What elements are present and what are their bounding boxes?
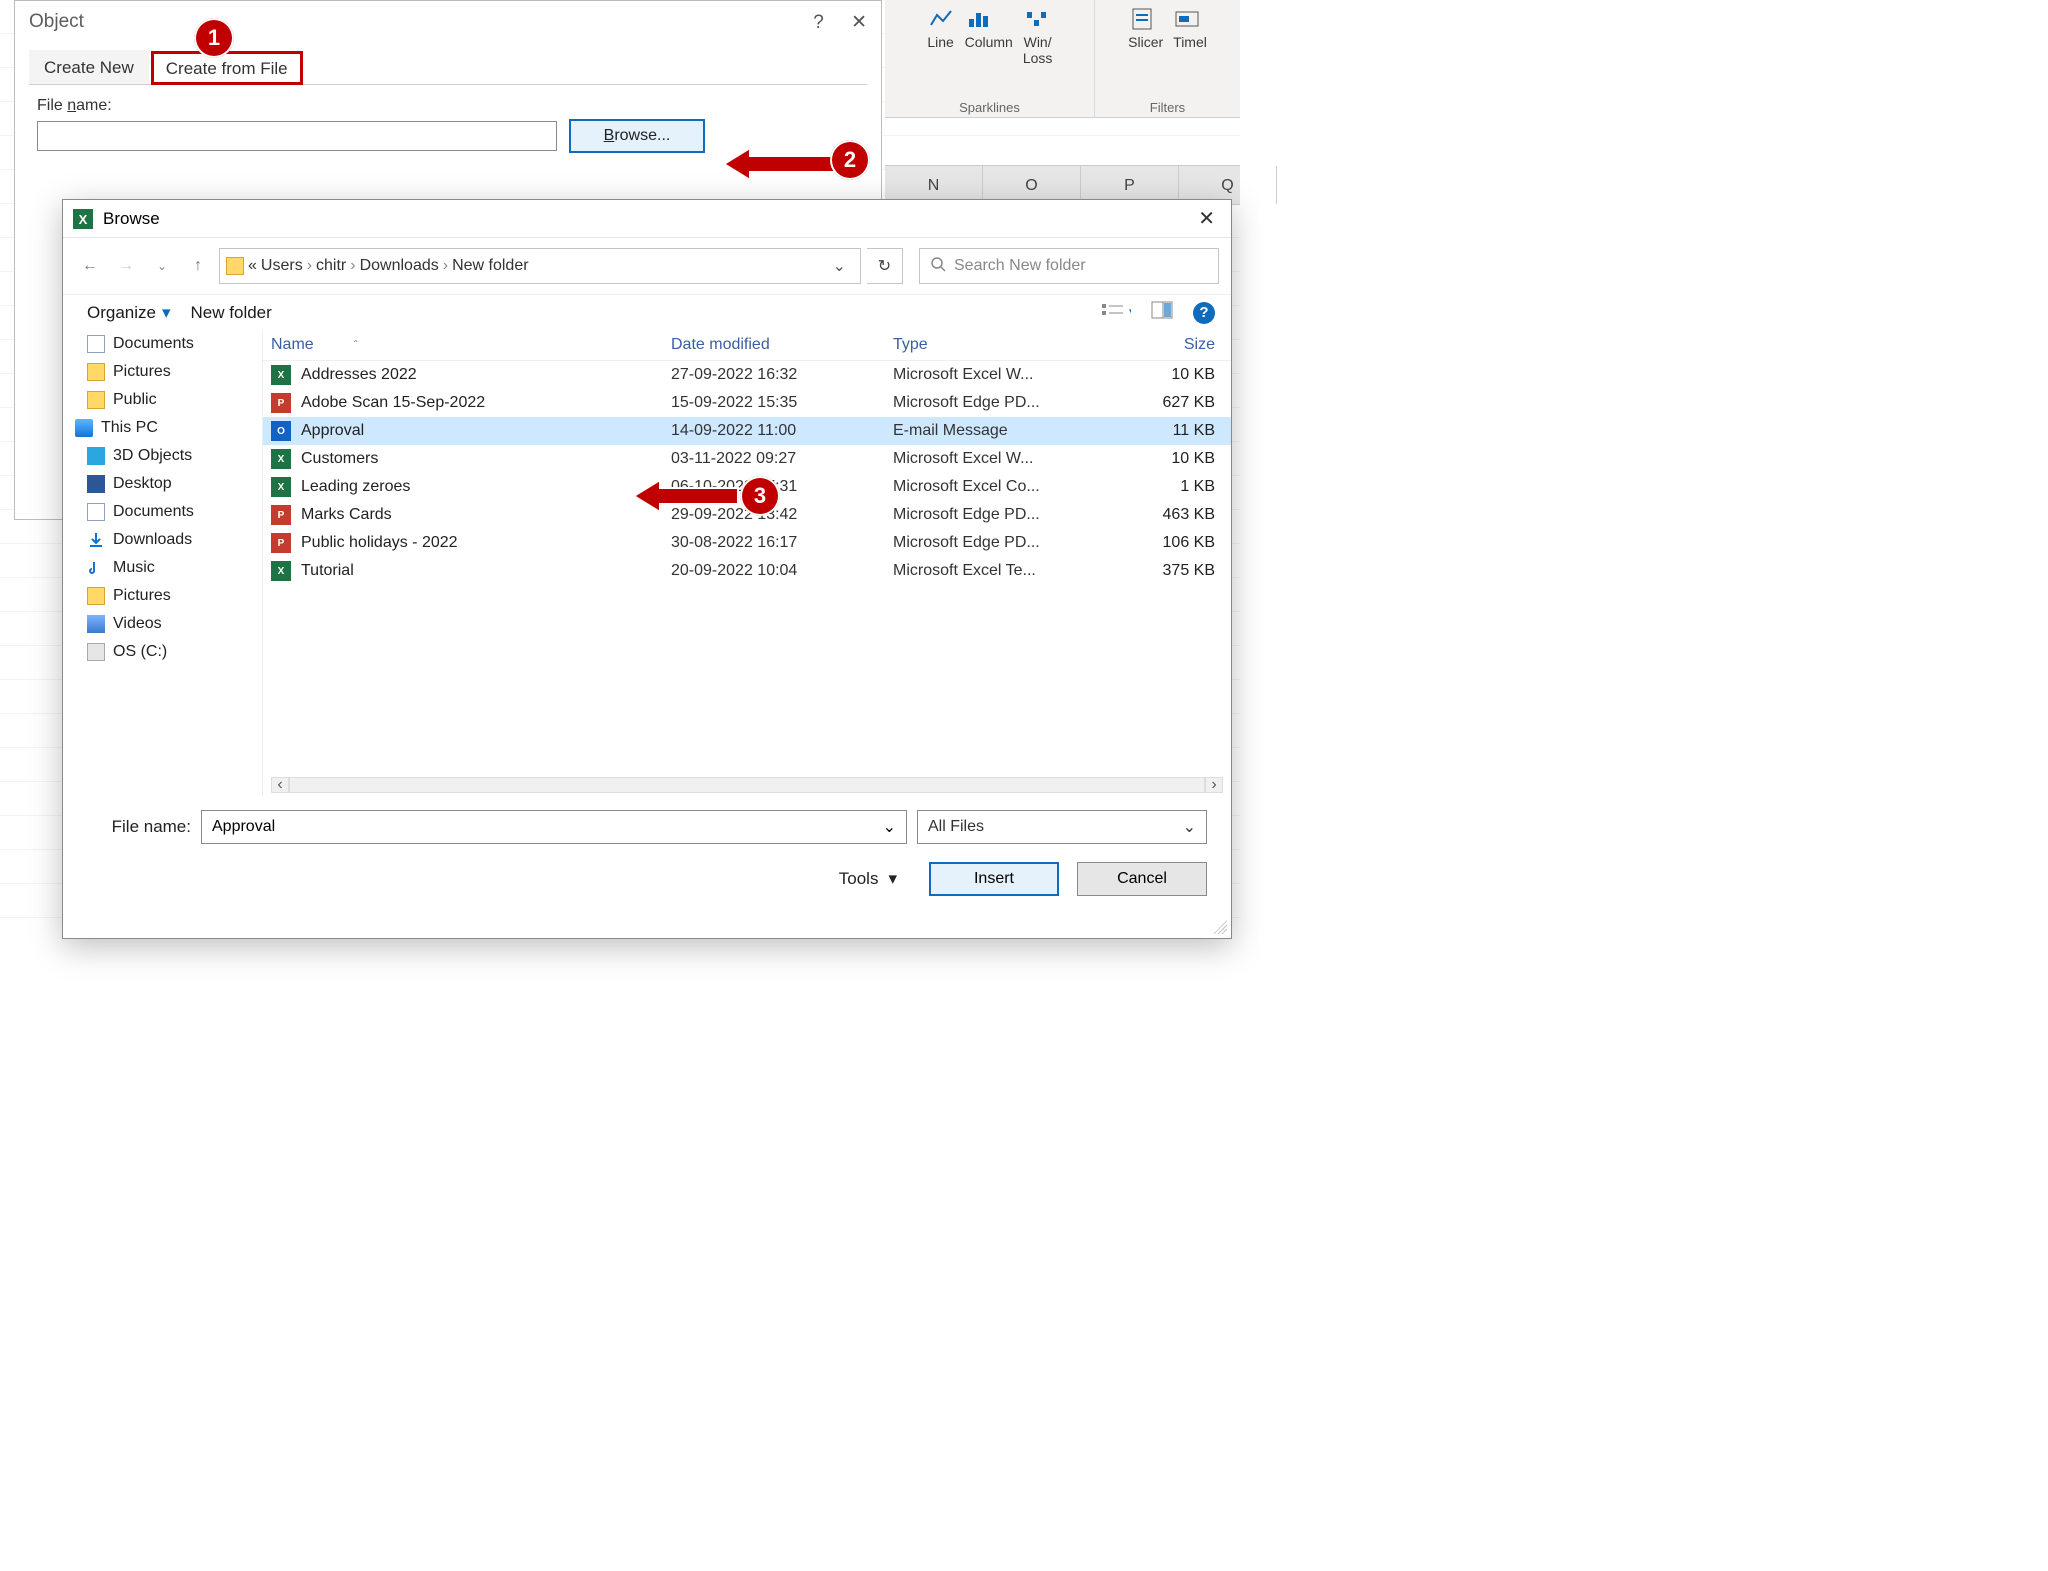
slicer-icon[interactable] <box>1128 6 1156 32</box>
chevron-right-icon: › <box>443 257 448 275</box>
annotation-badge-3: 3 <box>740 476 780 516</box>
file-name-input[interactable] <box>37 121 557 151</box>
new-folder-button[interactable]: New folder <box>191 303 272 323</box>
tree-item[interactable]: Downloads <box>63 526 262 554</box>
filters-group-label: Filters <box>1103 96 1232 115</box>
insert-button[interactable]: Insert <box>929 862 1059 896</box>
resize-grip-icon[interactable] <box>1213 920 1227 934</box>
tree-item[interactable]: Music <box>63 554 262 582</box>
excel-app-icon: X <box>73 209 93 229</box>
crumb-prefix: « <box>248 257 257 275</box>
file-type-icon: X <box>271 365 291 385</box>
sparkline-column-icon[interactable] <box>965 6 993 32</box>
file-name-label: File name: <box>37 97 859 115</box>
sparkline-line-icon[interactable] <box>927 6 955 32</box>
sparkline-line-label[interactable]: Line <box>927 34 955 50</box>
svg-text:X: X <box>79 212 88 227</box>
file-row[interactable]: XAddresses 202227-09-2022 16:32Microsoft… <box>263 361 1231 389</box>
col-date-header[interactable]: Date modified <box>671 336 893 354</box>
chevron-right-icon: › <box>350 257 355 275</box>
nav-up-icon[interactable]: ↑ <box>183 251 213 281</box>
svg-text:▾: ▾ <box>1129 306 1131 318</box>
dialog-help-icon[interactable]: ? <box>813 12 824 33</box>
sparkline-winloss-icon[interactable] <box>1023 6 1051 32</box>
file-type-icon: X <box>271 561 291 581</box>
crumb-dropdown-icon[interactable]: ⌄ <box>825 256 854 276</box>
file-row[interactable]: XCustomers03-11-2022 09:27Microsoft Exce… <box>263 445 1231 473</box>
cancel-button[interactable]: Cancel <box>1077 862 1207 896</box>
nav-recent-icon[interactable]: ⌄ <box>147 251 177 281</box>
crumb-item[interactable]: Downloads <box>360 257 439 275</box>
tools-menu[interactable]: Tools▾ <box>839 869 897 889</box>
annotation-badge-2: 2 <box>830 140 870 180</box>
type-dropdown-icon[interactable]: ⌄ <box>1183 817 1196 837</box>
tree-item[interactable]: Public <box>63 386 262 414</box>
file-type-icon: P <box>271 393 291 413</box>
col-name-header[interactable]: Nameˆ <box>271 336 671 354</box>
scroll-left-icon[interactable]: ‹ <box>271 777 289 793</box>
preview-pane-icon[interactable] <box>1151 301 1173 324</box>
tree-item[interactable]: Pictures <box>63 582 262 610</box>
search-icon <box>930 256 946 277</box>
chevron-right-icon: › <box>307 257 312 275</box>
tree-item[interactable]: Pictures <box>63 358 262 386</box>
object-dialog-title: Object <box>29 11 84 34</box>
browse-dialog: X Browse ✕ ← → ⌄ ↑ « Users › chitr › Dow… <box>62 199 1232 939</box>
breadcrumb[interactable]: « Users › chitr › Downloads › New folder… <box>219 248 861 284</box>
file-type-filter[interactable]: All Files ⌄ <box>917 810 1207 844</box>
browse-button[interactable]: Browse... <box>569 119 705 153</box>
horizontal-scrollbar[interactable]: ‹ › <box>271 776 1223 794</box>
view-dropdown-icon[interactable]: ▾ <box>1101 301 1131 324</box>
scroll-right-icon[interactable]: › <box>1205 777 1223 793</box>
organize-menu[interactable]: Organize▾ <box>87 303 171 323</box>
tab-create-new[interactable]: Create New <box>29 50 149 84</box>
refresh-icon[interactable]: ↻ <box>867 248 903 284</box>
browse-close-icon[interactable]: ✕ <box>1192 206 1221 231</box>
navigation-tree[interactable]: DocumentsPicturesPublicThis PC3D Objects… <box>63 330 263 796</box>
annotation-badge-1: 1 <box>194 18 234 58</box>
folder-icon <box>226 257 244 275</box>
crumb-item[interactable]: Users <box>261 257 303 275</box>
file-type-icon: P <box>271 533 291 553</box>
tree-item[interactable]: Documents <box>63 498 262 526</box>
browse-dialog-title: Browse <box>103 209 160 229</box>
tree-item[interactable]: Desktop <box>63 470 262 498</box>
nav-forward-icon[interactable]: → <box>111 251 141 281</box>
file-type-icon: X <box>271 477 291 497</box>
crumb-item[interactable]: New folder <box>452 257 528 275</box>
sparkline-winloss-label[interactable]: Win/ Loss <box>1023 34 1053 66</box>
timeline-icon[interactable] <box>1173 6 1201 32</box>
slicer-label[interactable]: Slicer <box>1128 34 1163 50</box>
file-row[interactable]: XTutorial20-09-2022 10:04Microsoft Excel… <box>263 557 1231 585</box>
tree-item[interactable]: Documents <box>63 330 262 358</box>
file-row[interactable]: PPublic holidays - 202230-08-2022 16:17M… <box>263 529 1231 557</box>
sparkline-column-label[interactable]: Column <box>965 34 1013 50</box>
help-icon[interactable]: ? <box>1193 302 1215 324</box>
sparklines-group-label: Sparklines <box>893 96 1086 115</box>
browse-file-name-label: File name: <box>87 817 191 837</box>
search-input[interactable]: Search New folder <box>919 248 1219 284</box>
file-row[interactable]: PAdobe Scan 15-Sep-202215-09-2022 15:35M… <box>263 389 1231 417</box>
tree-item[interactable]: This PC <box>63 414 262 442</box>
col-type-header[interactable]: Type <box>893 336 1081 354</box>
file-type-icon: X <box>271 449 291 469</box>
tree-item[interactable]: 3D Objects <box>63 442 262 470</box>
tree-item[interactable]: OS (C:) <box>63 638 262 666</box>
file-list: Nameˆ Date modified Type Size XAddresses… <box>263 330 1231 796</box>
nav-back-icon[interactable]: ← <box>75 251 105 281</box>
tree-item[interactable]: Videos <box>63 610 262 638</box>
dialog-close-icon[interactable]: ✕ <box>851 12 867 33</box>
tab-create-from-file[interactable]: Create from File <box>151 51 303 85</box>
col-size-header[interactable]: Size <box>1081 336 1223 354</box>
ribbon-fragment: Line Column Win/ Loss Sparklines <box>885 0 1240 118</box>
file-type-icon: P <box>271 505 291 525</box>
search-placeholder: Search New folder <box>954 257 1086 275</box>
timeline-label[interactable]: Timel <box>1173 34 1207 50</box>
browse-file-name-input[interactable]: Approval ⌄ <box>201 810 907 844</box>
file-name-dropdown-icon[interactable]: ⌄ <box>883 817 896 837</box>
crumb-item[interactable]: chitr <box>316 257 346 275</box>
file-type-icon: O <box>271 421 291 441</box>
file-row[interactable]: OApproval14-09-2022 11:00E-mail Message1… <box>263 417 1231 445</box>
